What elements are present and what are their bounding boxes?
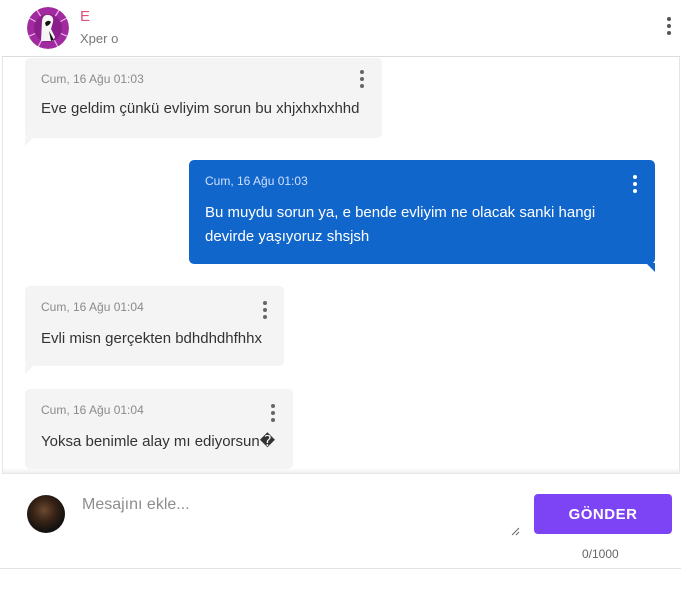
message-menu-icon[interactable] <box>263 301 267 319</box>
bubble-tail <box>25 365 34 374</box>
contact-avatar[interactable] <box>27 7 69 49</box>
message-input[interactable] <box>82 496 520 538</box>
user-avatar[interactable] <box>27 495 65 533</box>
message-menu-icon[interactable] <box>633 175 637 193</box>
contact-name[interactable]: E <box>80 8 90 25</box>
bubble-tail <box>25 137 34 146</box>
message-timestamp: Cum, 16 Ağu 01:04 <box>41 403 144 417</box>
message-text-line: Bu muydu sorun ya, e bende evliyim ne ol… <box>205 204 596 221</box>
header-menu-icon[interactable] <box>667 17 671 35</box>
send-button[interactable]: GÖNDER <box>534 494 672 534</box>
contact-subtitle: Xper o <box>80 31 119 46</box>
chat-header: E Xper o <box>2 0 680 57</box>
message-timestamp: Cum, 16 Ağu 01:04 <box>41 300 144 314</box>
message-text: Eve geldim çünkü evliyim sorun bu xhjxhx… <box>41 100 360 117</box>
message-bubble-incoming: Cum, 16 Ağu 01:04 Evli misn gerçekten bd… <box>25 286 284 366</box>
message-menu-icon[interactable] <box>271 404 275 422</box>
message-bubble-outgoing: Cum, 16 Ağu 01:03 Bu muydu sorun ya, e b… <box>189 160 655 264</box>
bubble-tail <box>646 263 655 272</box>
divider <box>0 568 681 569</box>
message-composer: GÖNDER 0/1000 <box>2 473 680 561</box>
message-text: Yoksa benimle alay mı ediyorsun� <box>41 433 276 450</box>
message-bubble-incoming: Cum, 16 Ağu 01:03 Eve geldim çünkü evliy… <box>25 58 382 138</box>
message-menu-icon[interactable] <box>360 70 364 88</box>
message-timestamp: Cum, 16 Ağu 01:03 <box>41 72 144 86</box>
message-bubble-incoming: Cum, 16 Ağu 01:04 Yoksa benimle alay mı … <box>25 389 293 469</box>
message-text: Evli misn gerçekten bdhdhdhfhhx <box>41 330 262 347</box>
message-text-line: devirde yaşıyoruz shsjsh <box>205 228 370 245</box>
character-counter: 0/1000 <box>582 547 619 561</box>
resize-handle-icon[interactable] <box>510 526 520 536</box>
message-timestamp: Cum, 16 Ağu 01:03 <box>205 174 308 188</box>
